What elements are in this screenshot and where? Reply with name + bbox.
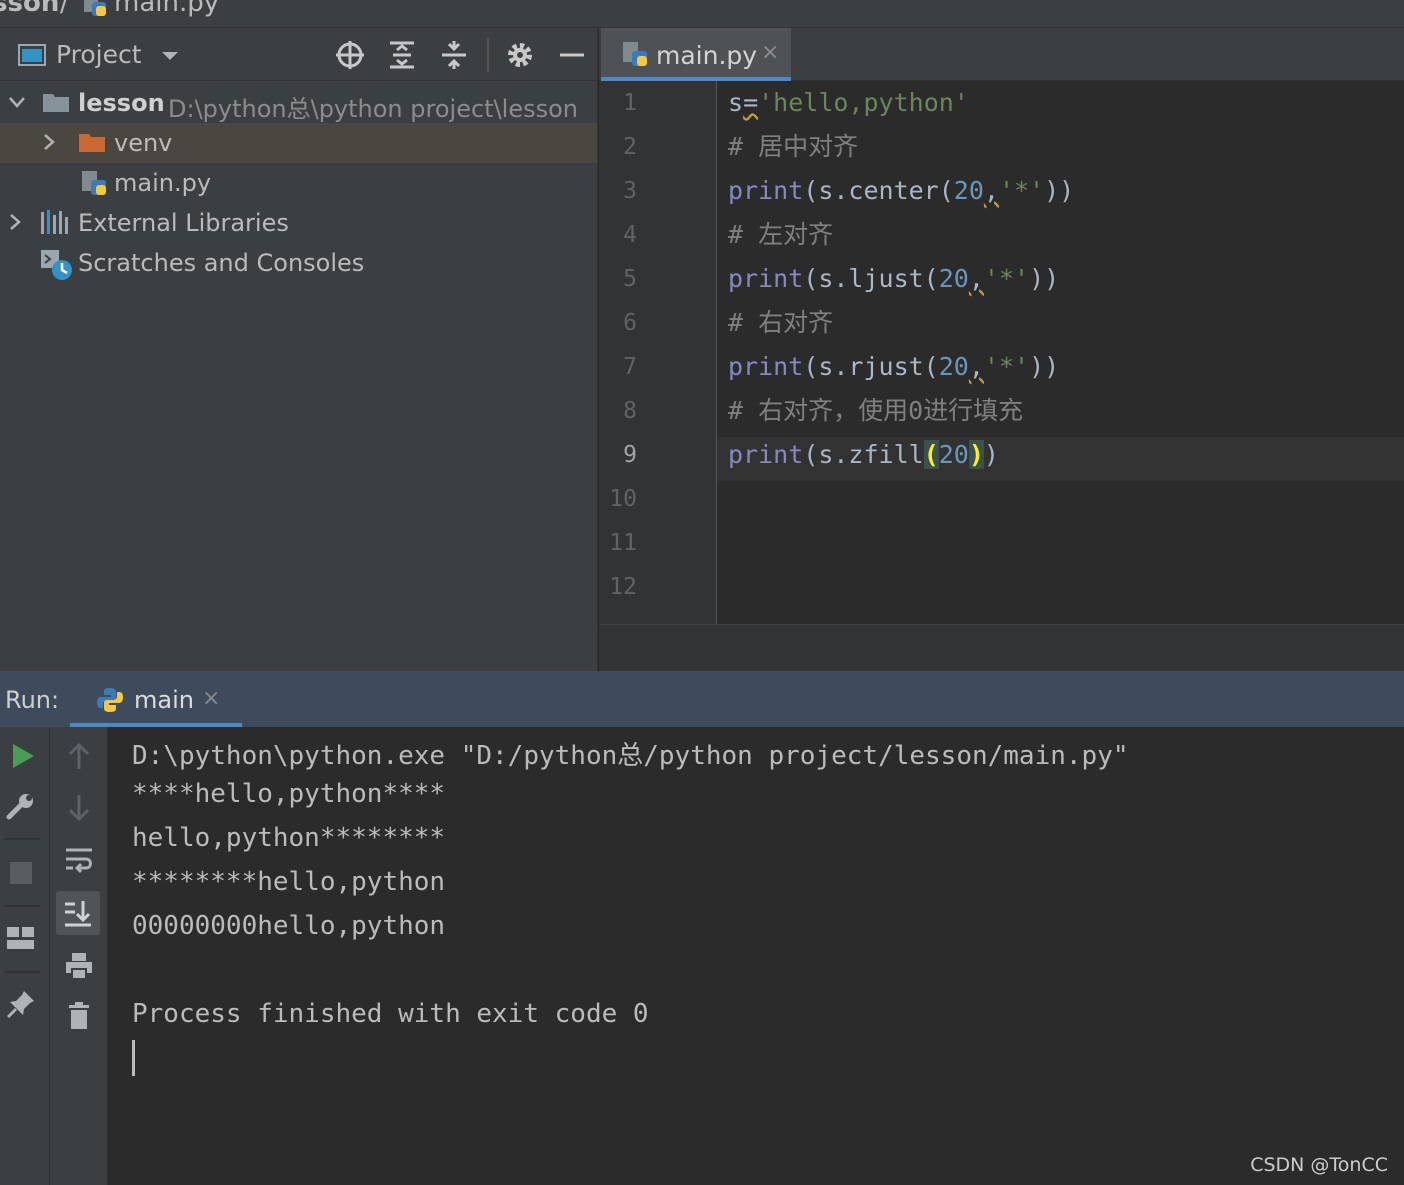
tree-item-label: main.py	[114, 169, 212, 197]
code-line[interactable]: print(s.center(20,'*'))	[728, 169, 1074, 213]
toolbar-divider	[487, 38, 489, 72]
python-file-icon	[80, 169, 108, 197]
chevron-down-icon[interactable]	[8, 95, 26, 109]
rerun-icon[interactable]	[8, 741, 38, 771]
run-toolbar-primary	[0, 727, 50, 1185]
run-tool-window-header: Run: main ×	[0, 671, 1404, 728]
code-line[interactable]: # 左对齐	[728, 213, 833, 257]
line-number: 11	[609, 530, 637, 556]
python-icon	[96, 686, 124, 714]
code-line[interactable]: # 居中对齐	[728, 125, 858, 169]
editor-footer	[599, 624, 1404, 671]
console-line: hello,python********	[132, 823, 446, 853]
arrow-up-icon[interactable]	[64, 741, 94, 771]
line-number: 1	[623, 90, 637, 116]
scroll-to-end-icon	[63, 898, 93, 928]
print-icon[interactable]	[64, 951, 94, 981]
code-line[interactable]: print(s.rjust(20,'*'))	[728, 345, 1059, 389]
project-view-icon[interactable]	[18, 44, 46, 66]
code-line[interactable]: # 右对齐	[728, 301, 833, 345]
tree-item-venv[interactable]: venv	[0, 123, 597, 163]
chevron-down-icon[interactable]	[160, 50, 180, 62]
code-line[interactable]: print(s.ljust(20,'*'))	[728, 257, 1059, 301]
project-view-selector[interactable]: Project	[56, 40, 142, 69]
line-number: 4	[623, 222, 637, 248]
console-line: 00000000hello,python	[132, 911, 446, 941]
python-file-icon	[82, 0, 108, 18]
breadcrumb: sson / main.py	[0, 0, 1404, 28]
watermark: CSDN @TonCC	[1250, 1154, 1388, 1176]
breadcrumb-project[interactable]: sson	[0, 0, 59, 18]
chevron-right-icon[interactable]	[42, 133, 56, 151]
line-number: 2	[623, 134, 637, 160]
scratches-icon	[40, 249, 74, 281]
code-line[interactable]: # 右对齐，使用0进行填充	[728, 389, 1023, 433]
run-tab-main[interactable]: main ×	[70, 672, 242, 728]
run-label: Run:	[5, 686, 60, 714]
tree-item-label: Scratches and Consoles	[78, 249, 365, 277]
line-number: 10	[609, 486, 637, 512]
wrench-icon[interactable]	[6, 792, 36, 822]
line-number: 3	[623, 178, 637, 204]
line-number: 7	[623, 354, 637, 380]
line-number-current: 9	[623, 442, 637, 468]
console-line: D:\python\python.exe "D:/python总/python …	[132, 741, 1129, 771]
folder-icon	[42, 91, 70, 113]
line-number: 12	[609, 574, 637, 600]
console-output[interactable]: D:\python\python.exe "D:/python总/python …	[108, 727, 1404, 1185]
run-toolbar-secondary	[50, 727, 108, 1185]
folder-icon	[78, 131, 106, 153]
arrow-down-icon[interactable]	[64, 793, 94, 823]
code-line[interactable]: s='hello,python'	[728, 81, 969, 125]
tree-item-label: venv	[114, 129, 173, 157]
project-tool-window: Project lesson D:\python总\python project…	[0, 28, 598, 671]
console-line: ****hello,python****	[132, 779, 446, 809]
trash-icon[interactable]	[64, 1001, 94, 1031]
hide-icon[interactable]	[557, 40, 587, 70]
tree-item-label: lesson	[78, 89, 165, 117]
editor: main.py × 1 2 3 4 5 6 7 8 9 10 11 12 s='…	[599, 28, 1404, 671]
tree-item-label: External Libraries	[78, 209, 289, 237]
tab-main-py[interactable]: main.py ×	[601, 28, 791, 81]
line-number-gutter: 1 2 3 4 5 6 7 8 9 10 11 12	[599, 81, 717, 624]
console-exit-message: Process finished with exit code 0	[132, 999, 649, 1029]
tab-label: main.py	[656, 41, 758, 70]
code-line[interactable]: print(s.zfill(20))	[728, 433, 999, 477]
tree-item-main-py[interactable]: main.py	[0, 163, 597, 203]
locate-icon[interactable]	[335, 40, 365, 70]
python-file-icon	[621, 40, 649, 68]
scroll-to-end-button[interactable]	[56, 891, 100, 935]
console-line: ********hello,python	[132, 867, 446, 897]
tree-item-path: D:\python总\python project\lesson	[168, 95, 578, 123]
expand-all-icon[interactable]	[387, 40, 417, 70]
separator	[4, 838, 40, 840]
tree-item-lesson[interactable]: lesson D:\python总\python project\lesson	[0, 83, 597, 123]
chevron-right-icon[interactable]	[8, 213, 22, 231]
separator	[4, 971, 40, 973]
gear-icon[interactable]	[505, 40, 535, 70]
breadcrumb-separator: /	[60, 0, 69, 18]
close-icon[interactable]: ×	[202, 686, 220, 711]
collapse-all-icon[interactable]	[439, 40, 469, 70]
editor-tab-bar: main.py ×	[599, 28, 1404, 81]
soft-wrap-icon[interactable]	[64, 845, 94, 875]
layout-icon[interactable]	[6, 925, 36, 955]
separator	[4, 905, 40, 907]
line-number: 6	[623, 310, 637, 336]
pin-icon[interactable]	[6, 989, 36, 1019]
tree-item-scratches[interactable]: Scratches and Consoles	[0, 243, 597, 283]
line-number: 5	[623, 266, 637, 292]
text-caret	[132, 1040, 135, 1076]
breadcrumb-file[interactable]: main.py	[114, 0, 219, 18]
library-icon	[40, 209, 70, 235]
code-area[interactable]: s='hello,python' # 居中对齐 print(s.center(2…	[717, 81, 1404, 624]
tree-item-external-libraries[interactable]: External Libraries	[0, 203, 597, 243]
line-number: 8	[623, 398, 637, 424]
project-header: Project	[0, 28, 598, 81]
close-icon[interactable]: ×	[761, 40, 779, 65]
run-tab-label: main	[134, 686, 194, 714]
stop-icon[interactable]	[8, 860, 38, 890]
